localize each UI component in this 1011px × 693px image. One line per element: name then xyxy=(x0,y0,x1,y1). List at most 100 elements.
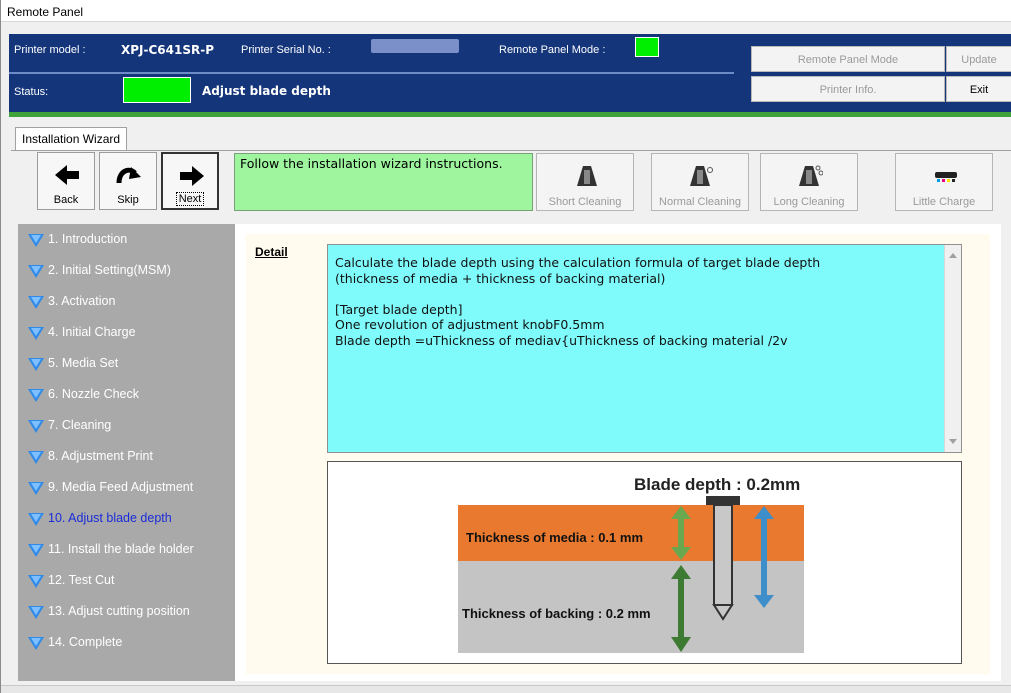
wizard-step-label: 8. Adjustment Print xyxy=(48,449,153,463)
normal-cleaning-button[interactable]: Normal Cleaning xyxy=(651,153,749,211)
triangle-down-icon xyxy=(28,606,44,619)
wizard-step[interactable]: 9. Media Feed Adjustment xyxy=(18,478,235,509)
triangle-down-icon xyxy=(28,451,44,464)
wizard-step-label: 1. Introduction xyxy=(48,232,128,246)
wizard-step[interactable]: 3. Activation xyxy=(18,292,235,323)
window-title: Remote Panel xyxy=(1,0,1011,22)
remote-panel-window: Remote Panel Printer model : XPJ-C641SR-… xyxy=(0,0,1011,693)
blade-depth-title: Blade depth : 0.2mm xyxy=(634,475,800,494)
wizard-step-label: 12. Test Cut xyxy=(48,573,115,587)
triangle-down-icon xyxy=(28,234,44,247)
normal-cleaning-label: Normal Cleaning xyxy=(659,196,741,208)
wizard-step-label: 5. Media Set xyxy=(48,356,119,370)
wizard-step[interactable]: 14. Complete xyxy=(18,633,235,664)
printer-info-button[interactable]: Printer Info. xyxy=(751,76,945,102)
long-cleaning-icon xyxy=(799,165,823,186)
status-value: Adjust blade depth xyxy=(202,84,331,98)
update-button[interactable]: Update xyxy=(946,46,1011,72)
wizard-step-label: 14. Complete xyxy=(48,635,123,649)
scroll-down-icon[interactable] xyxy=(949,439,957,444)
wizard-step-label: 7. Cleaning xyxy=(48,418,112,432)
detail-line: (thickness of media + thickness of backi… xyxy=(335,270,666,286)
triangle-down-icon xyxy=(28,265,44,278)
triangle-down-icon xyxy=(28,296,44,309)
detail-scrollbar[interactable] xyxy=(944,245,961,452)
tab-installation-wizard[interactable]: Installation Wizard xyxy=(15,127,128,150)
wizard-step[interactable]: 11. Install the blade holder xyxy=(18,540,235,571)
skip-label: Skip xyxy=(117,194,139,206)
arrow-left-icon xyxy=(55,165,79,185)
wizard-steps-sidebar: 1. Introduction 2. Initial Setting(MSM) 3.… xyxy=(18,224,235,681)
instruction-text: Follow the installation wizard instructi… xyxy=(234,153,533,211)
little-charge-label: Little Charge xyxy=(912,196,976,208)
triangle-down-icon xyxy=(28,482,44,495)
backing-thickness-label: Thickness of backing : 0.2 mm xyxy=(462,606,651,621)
status-label: Status: xyxy=(14,86,49,98)
long-cleaning-label: Long Cleaning xyxy=(773,196,845,208)
scroll-up-icon[interactable] xyxy=(949,253,957,258)
remote-mode-label: Remote Panel Mode : xyxy=(499,44,606,56)
long-cleaning-button[interactable]: Long Cleaning xyxy=(760,153,858,211)
arrow-right-icon xyxy=(180,166,204,186)
short-cleaning-button[interactable]: Short Cleaning xyxy=(536,153,634,211)
status-indicator xyxy=(123,77,191,103)
next-button[interactable]: Next xyxy=(161,152,219,210)
detail-line: One revolution of adjustment knobF0.5mm xyxy=(335,317,605,332)
wizard-step[interactable]: 6. Nozzle Check xyxy=(18,385,235,416)
normal-cleaning-icon xyxy=(690,166,713,186)
serial-number-redacted xyxy=(371,39,459,53)
wizard-step-label: 3. Activation xyxy=(48,294,116,308)
printer-model-label: Printer model : xyxy=(14,44,86,56)
triangle-down-icon xyxy=(28,420,44,433)
remote-mode-indicator xyxy=(635,37,659,57)
wizard-step[interactable]: 10. Adjust blade depth xyxy=(18,509,235,540)
detail-line: [Target blade depth] xyxy=(335,301,463,317)
wizard-step[interactable]: 1. Introduction xyxy=(18,230,235,261)
back-button[interactable]: Back xyxy=(37,152,95,210)
wizard-step[interactable]: 5. Media Set xyxy=(18,354,235,385)
wizard-step[interactable]: 7. Cleaning xyxy=(18,416,235,447)
detail-line xyxy=(335,286,936,302)
header-separator xyxy=(9,72,734,74)
wizard-step[interactable]: 4. Initial Charge xyxy=(18,323,235,354)
triangle-down-icon xyxy=(28,513,44,526)
detail-line: Calculate the blade depth using the calc… xyxy=(335,255,821,270)
wizard-step-label: 11. Install the blade holder xyxy=(48,542,194,556)
wizard-step-label: 10. Adjust blade depth xyxy=(48,511,172,525)
triangle-down-icon xyxy=(28,544,44,557)
wizard-step-label: 13. Adjust cutting position xyxy=(48,604,190,618)
exit-button[interactable]: Exit xyxy=(946,76,1011,102)
detail-line: Blade depth =uThickness of mediav{uThick… xyxy=(335,332,788,348)
wizard-step[interactable]: 13. Adjust cutting position xyxy=(18,602,235,633)
header-accent-bar xyxy=(9,112,1011,117)
triangle-down-icon xyxy=(28,637,44,650)
blade-depth-diagram: Blade depth : 0.2mm Thickness of media :… xyxy=(327,461,962,664)
wizard-step[interactable]: 12. Test Cut xyxy=(18,571,235,602)
triangle-down-icon xyxy=(28,575,44,588)
back-label: Back xyxy=(53,194,79,206)
wizard-step-label: 6. Nozzle Check xyxy=(48,387,140,401)
triangle-down-icon xyxy=(28,358,44,371)
status-bar xyxy=(1,685,1011,693)
next-label: Next xyxy=(175,192,205,206)
wizard-step-label: 2. Initial Setting(MSM) xyxy=(48,263,171,277)
detail-textbox[interactable]: Calculate the blade depth using the calc… xyxy=(327,244,962,453)
wizard-step-label: 4. Initial Charge xyxy=(48,325,136,339)
wizard-step[interactable]: 8. Adjustment Print xyxy=(18,447,235,478)
skip-arrow-icon xyxy=(116,167,141,184)
detail-text: Calculate the blade depth using the calc… xyxy=(335,255,936,348)
little-charge-button[interactable]: Little Charge xyxy=(895,153,993,211)
blade-depth-illustration: Blade depth : 0.2mm Thickness of media :… xyxy=(458,475,804,653)
header-info: Printer model : XPJ-C641SR-P Printer Ser… xyxy=(9,34,734,112)
short-cleaning-label: Short Cleaning xyxy=(548,196,622,208)
triangle-down-icon xyxy=(28,389,44,402)
detail-label: Detail xyxy=(255,245,288,259)
little-charge-icon xyxy=(935,172,957,182)
header-buttons: Remote Panel Mode Update Printer Info. E… xyxy=(734,34,1011,112)
remote-panel-mode-button[interactable]: Remote Panel Mode xyxy=(751,46,945,72)
short-cleaning-icon xyxy=(577,166,597,186)
triangle-down-icon xyxy=(28,327,44,340)
wizard-step[interactable]: 2. Initial Setting(MSM) xyxy=(18,261,235,292)
printer-model-value: XPJ-C641SR-P xyxy=(121,43,215,57)
skip-button[interactable]: Skip xyxy=(99,152,157,210)
